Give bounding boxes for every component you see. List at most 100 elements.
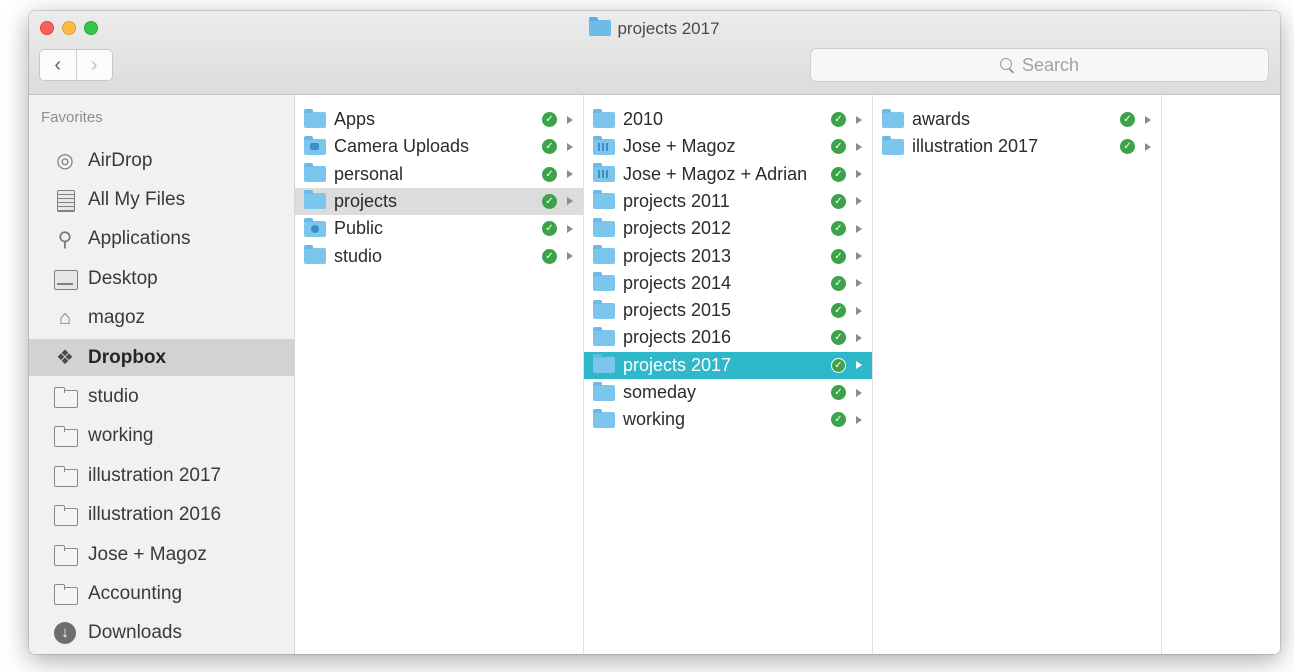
list-item-label: 2010: [623, 109, 664, 129]
list-item[interactable]: 2010 ✓: [584, 106, 872, 133]
folder-icon: [53, 504, 78, 527]
list-item[interactable]: Jose + Magoz + Adrian ✓: [584, 161, 872, 188]
window-title-text: projects 2017: [617, 19, 720, 38]
sidebar-item-illustration-2017[interactable]: illustration 2017: [29, 457, 294, 494]
list-item-label: illustration 2017: [912, 136, 1039, 157]
sidebar: Favorites ◎ AirDrop All My Files ⚲ Applicati…: [29, 95, 295, 654]
sidebar-item-label: Accounting: [88, 582, 183, 604]
folder-icon: [304, 108, 326, 128]
sidebar-item-label: Jose + Magoz: [88, 543, 207, 565]
disclosure-arrow-icon: [856, 306, 862, 315]
list-item[interactable]: projects 2013 ✓: [584, 243, 872, 270]
list-item-label: studio: [334, 245, 383, 266]
browser-column-3[interactable]: awards ✓ illustration 2017 ✓: [873, 95, 1162, 654]
shared-folder-icon: [593, 163, 615, 183]
camera-folder-icon: [304, 135, 326, 155]
list-item-label: projects 2016: [623, 327, 732, 348]
list-item[interactable]: projects 2015 ✓: [584, 297, 872, 324]
chevron-left-icon: ‹: [54, 53, 62, 76]
disclosure-arrow-icon: [856, 333, 862, 342]
sync-check-icon: ✓: [831, 385, 846, 400]
sync-check-icon: ✓: [831, 248, 846, 264]
folder-icon: [53, 425, 78, 448]
list-item-label: projects 2017: [623, 354, 732, 375]
sync-check-icon: ✓: [831, 112, 846, 127]
sidebar-item-jose-magoz[interactable]: Jose + Magoz: [29, 536, 294, 573]
list-item[interactable]: projects ✓: [295, 187, 583, 215]
sidebar-item-working[interactable]: working: [29, 418, 294, 455]
folder-icon: [53, 386, 78, 408]
list-item[interactable]: studio ✓: [295, 243, 583, 270]
list-item[interactable]: illustration 2017 ✓: [873, 133, 1161, 160]
sidebar-item-magoz[interactable]: ⌂ magoz: [29, 300, 294, 337]
disclosure-arrow-icon: [856, 170, 862, 179]
list-item-label: Jose + Magoz + Adrian: [623, 163, 808, 184]
sidebar-item-label: studio: [88, 385, 139, 407]
sync-check-icon: ✓: [831, 357, 846, 373]
sync-check-icon: ✓: [1120, 112, 1135, 127]
list-item[interactable]: projects 2011 ✓: [584, 188, 872, 215]
disclosure-arrow-icon: [856, 415, 862, 424]
folder-icon: [593, 272, 615, 292]
back-button[interactable]: ‹: [40, 50, 77, 80]
sync-check-icon: ✓: [542, 221, 557, 237]
forward-button[interactable]: ›: [77, 50, 113, 80]
sidebar-item-airdrop[interactable]: ◎ AirDrop: [29, 142, 294, 179]
sidebar-item-dropbox[interactable]: ❖ Dropbox: [29, 339, 294, 376]
home-icon: ⌂: [58, 306, 72, 329]
chevron-right-icon: ›: [90, 53, 98, 76]
sync-check-icon: ✓: [831, 412, 846, 428]
browser-column-4[interactable]: [1162, 95, 1280, 654]
sidebar-item-all-my-files[interactable]: All My Files: [29, 181, 294, 218]
sidebar-item-label: Downloads: [88, 622, 182, 644]
sidebar-item-applications[interactable]: ⚲ Applications: [29, 221, 294, 258]
folder-icon: [593, 108, 615, 128]
list-item[interactable]: Camera Uploads ✓: [295, 133, 583, 160]
list-item[interactable]: projects 2012 ✓: [584, 215, 872, 242]
list-item[interactable]: Jose + Magoz ✓: [584, 133, 872, 160]
folder-icon: [304, 163, 326, 183]
sidebar-item-label: AirDrop: [88, 149, 153, 171]
sidebar-item-accounting[interactable]: Accounting: [29, 575, 294, 612]
search-input[interactable]: Search: [810, 48, 1269, 82]
folder-icon: [53, 465, 78, 487]
folder-icon: [593, 354, 615, 374]
sync-check-icon: ✓: [831, 330, 846, 346]
folder-icon: [593, 217, 615, 237]
list-item[interactable]: projects 2014 ✓: [584, 270, 872, 297]
sidebar-item-downloads[interactable]: Downloads: [29, 615, 294, 652]
list-item-label: projects 2014: [623, 272, 732, 293]
shared-folder-icon: [593, 135, 615, 155]
list-item-label: working: [623, 409, 686, 430]
sidebar-item-label: All My Files: [88, 188, 186, 210]
sidebar-item-label: working: [88, 425, 154, 447]
applications-icon: ⚲: [57, 228, 73, 251]
folder-icon: [593, 381, 615, 401]
list-item-label: personal: [334, 163, 404, 184]
disclosure-arrow-icon: [567, 142, 573, 151]
list-item-label: projects: [334, 190, 398, 211]
sidebar-item-studio[interactable]: studio: [29, 378, 294, 415]
disclosure-arrow-icon: [856, 279, 862, 288]
browser-column-1[interactable]: Apps ✓ Camera Uploads ✓ personal ✓ projects ✓ Pu…: [295, 95, 584, 654]
sync-check-icon: ✓: [542, 193, 557, 209]
list-item-label: Jose + Magoz: [623, 136, 736, 157]
sidebar-item-desktop[interactable]: Desktop: [29, 260, 294, 297]
browser-column-2[interactable]: 2010 ✓ Jose + Magoz ✓ Jose + Magoz + Adrian ✓…: [584, 95, 873, 654]
disclosure-arrow-icon: [1145, 115, 1151, 124]
list-item[interactable]: working ✓: [584, 406, 872, 433]
finder-window: projects 2017 ‹ › Search Favorites ◎ AirD…: [29, 11, 1280, 654]
sync-check-icon: ✓: [542, 112, 557, 127]
list-item[interactable]: personal ✓: [295, 161, 583, 188]
list-item[interactable]: projects 2017 ✓: [584, 351, 872, 379]
list-item[interactable]: awards ✓: [873, 106, 1161, 133]
list-item[interactable]: projects 2016 ✓: [584, 324, 872, 351]
sidebar-item-illustration-2016[interactable]: illustration 2016: [29, 497, 294, 534]
list-item-label: Public: [334, 218, 384, 239]
list-item[interactable]: Public ✓: [295, 215, 583, 242]
list-item[interactable]: someday ✓: [584, 379, 872, 406]
sync-check-icon: ✓: [831, 193, 846, 209]
sync-check-icon: ✓: [831, 303, 846, 319]
sidebar-item-label: Dropbox: [88, 346, 167, 368]
list-item[interactable]: Apps ✓: [295, 106, 583, 133]
